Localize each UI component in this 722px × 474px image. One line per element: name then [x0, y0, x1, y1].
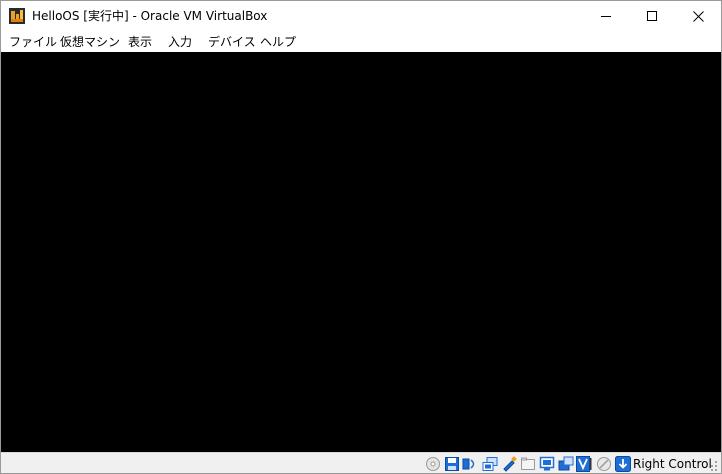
menu-help[interactable]: ヘルプ [260, 35, 296, 50]
shared-folders-icon[interactable] [520, 456, 536, 472]
minimize-icon [600, 16, 611, 17]
menu-input[interactable]: 入力 [168, 35, 192, 50]
keyboard-capture-icon[interactable] [615, 456, 631, 472]
minimize-button[interactable] [583, 1, 629, 32]
vm-display[interactable] [1, 52, 721, 452]
audio-icon[interactable] [462, 456, 478, 472]
network-icon[interactable] [482, 456, 498, 472]
video-capture-icon[interactable] [558, 456, 574, 472]
host-key-label: Right Control [633, 457, 712, 471]
resize-grip-icon[interactable] [708, 460, 718, 472]
menu-file[interactable]: ファイル [9, 35, 57, 50]
maximize-button[interactable] [629, 1, 675, 32]
usb-icon[interactable] [501, 456, 517, 472]
close-icon [692, 11, 704, 22]
menu-bar: ファイル 仮想マシン 表示 入力 デバイス ヘルプ [1, 32, 721, 52]
menu-machine[interactable]: 仮想マシン [60, 35, 120, 50]
virtualbox-window: HelloOS [実行中] - Oracle VM VirtualBox ファイ… [0, 0, 722, 474]
menu-view[interactable]: 表示 [128, 35, 152, 50]
mouse-integration-icon[interactable] [596, 456, 612, 472]
display-icon[interactable] [539, 456, 555, 472]
virtualbox-app-icon[interactable] [9, 8, 25, 24]
window-title: HelloOS [実行中] - Oracle VM VirtualBox [32, 9, 268, 23]
floppy-drive-icon[interactable] [444, 456, 460, 472]
title-bar[interactable]: HelloOS [実行中] - Oracle VM VirtualBox [1, 1, 721, 32]
close-button[interactable] [675, 1, 721, 32]
status-bar: Right Control [1, 452, 721, 473]
virtualization-icon[interactable] [576, 456, 592, 472]
maximize-icon [646, 11, 657, 21]
optical-drive-icon[interactable] [425, 456, 441, 472]
menu-devices[interactable]: デバイス [208, 35, 256, 50]
